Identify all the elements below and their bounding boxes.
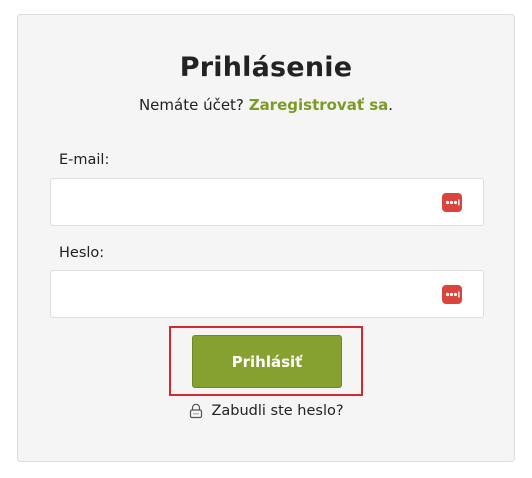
lock-icon: [188, 403, 204, 419]
register-suffix: .: [388, 96, 394, 114]
password-label: Heslo:: [59, 245, 105, 261]
email-field-wrapper: [50, 178, 484, 226]
register-link[interactable]: Zaregistrovať sa: [249, 96, 389, 114]
email-field[interactable]: [51, 179, 431, 225]
page-title: Prihlásenie: [179, 52, 353, 83]
register-prompt: Nemáte účet? Zaregistrovať sa.: [18, 96, 514, 114]
password-manager-icon[interactable]: [442, 285, 462, 304]
password-manager-icon[interactable]: [442, 193, 462, 212]
forgot-password-label[interactable]: Zabudli ste heslo?: [211, 403, 343, 419]
login-card: Prihlásenie Nemáte účet? Zaregistrovať s…: [17, 14, 515, 462]
forgot-password-link[interactable]: Zabudli ste heslo?: [18, 403, 514, 419]
no-account-text: Nemáte účet?: [138, 96, 244, 114]
login-button[interactable]: Prihlásiť: [192, 335, 342, 388]
email-label: E-mail:: [59, 152, 110, 168]
password-field-wrapper: [50, 270, 484, 318]
password-field[interactable]: [51, 271, 431, 317]
